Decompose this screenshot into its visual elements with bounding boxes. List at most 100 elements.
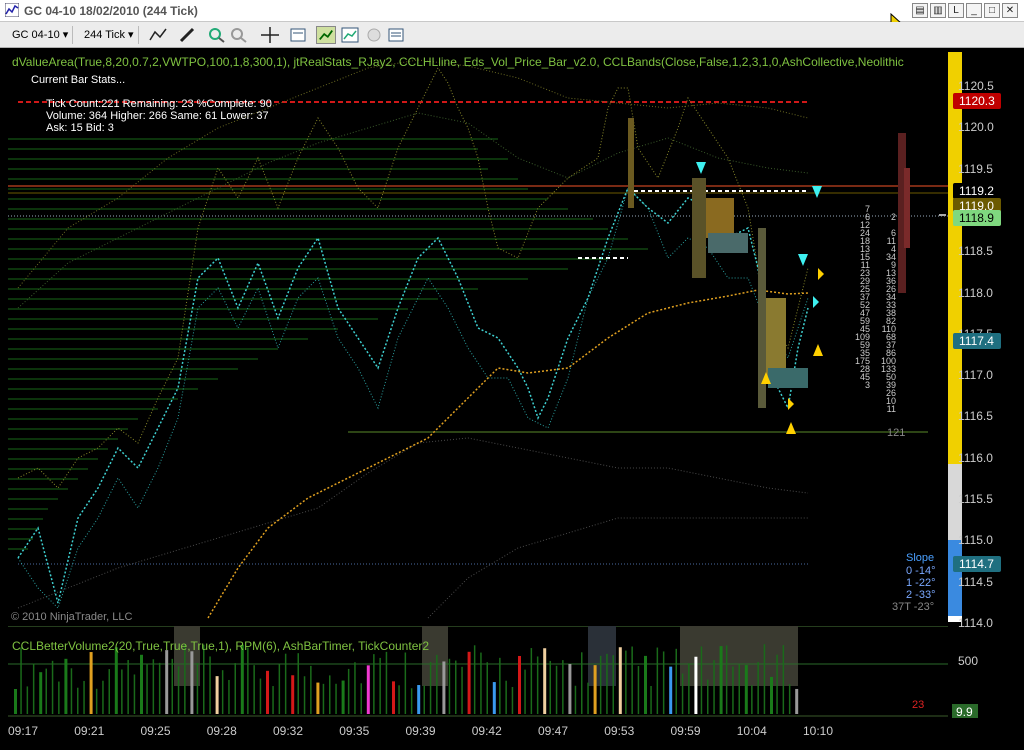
volume-bar [184, 644, 186, 714]
indicators-icon[interactable] [340, 26, 360, 44]
volume-axis-label: 500 [958, 654, 979, 668]
volume-bar [177, 666, 180, 714]
volume-bar [385, 651, 388, 714]
volume-bar [272, 686, 274, 714]
volume-bar [455, 660, 457, 714]
delta-ladder-left: 7 6 12 24 18 13 15 11 23 29 25 37 52 47 59 45 109 59 35 175… [852, 205, 870, 390]
price-tick-label: 1117.0 [958, 368, 993, 383]
volume-bar [354, 662, 356, 714]
volume-bar [751, 685, 753, 714]
volume-bar [196, 662, 199, 714]
zoom-in-icon[interactable] [207, 26, 227, 44]
time-tick-label: 09:25 [140, 724, 171, 738]
time-tick-label: 09:47 [538, 724, 569, 738]
volume-bar [140, 654, 143, 714]
volume-bar [486, 662, 488, 714]
window-layout-button[interactable]: ▤ [912, 3, 928, 18]
window-link-button[interactable]: L [948, 3, 964, 18]
volume-bar [392, 681, 395, 714]
time-tick-label: 09:59 [670, 724, 701, 738]
time-tick-label: 09:32 [273, 724, 304, 738]
time-tick-label: 09:21 [74, 724, 105, 738]
volume-bar [45, 668, 47, 714]
period-label: 244 Tick [84, 29, 125, 41]
properties-icon[interactable] [288, 26, 308, 44]
window-maximize-button[interactable]: □ [984, 3, 1000, 18]
volume-bar [562, 660, 564, 714]
volume-bar [505, 680, 507, 714]
volume-bar [291, 675, 295, 714]
volume-bar [335, 683, 337, 714]
volume-bar [429, 662, 432, 714]
volume-bar [373, 654, 375, 714]
price-tick-label: 1120.5 [958, 79, 994, 93]
zoom-out-icon[interactable] [229, 26, 249, 44]
volume-bar [732, 666, 734, 714]
volume-bar [707, 679, 709, 714]
volume-bar [165, 650, 169, 714]
time-tick-label: 09:35 [339, 724, 370, 738]
delta-ladder-right: 2 6 11 4 34 9 13 36 26 34 33 38 82 110 68 37 86 100 133 50… [880, 213, 896, 414]
instrument-selector[interactable]: GC 04-10 ▾ [8, 26, 74, 44]
time-axis[interactable]: 09:17 09:21 09:25 09:28 09:32 09:35 09:39 09:42… [0, 718, 1024, 750]
price-tick-label: 1119.5 [958, 161, 993, 176]
volume-bar [568, 663, 572, 714]
delta-ladder-value: 11 [886, 404, 896, 414]
volume-bar [675, 648, 677, 714]
volume-bar [524, 669, 526, 714]
instrument-label: GC 04-10 [12, 29, 60, 41]
volume-bar [448, 658, 451, 714]
window-titlebar: GC 04-10 18/02/2010 (244 Tick) ▤ ▥ L _ □… [0, 0, 1024, 33]
volume-bar [284, 653, 287, 714]
volume-bar [404, 652, 407, 714]
volume-bar [644, 655, 647, 714]
period-selector[interactable]: 244 Tick ▾ [80, 26, 139, 44]
volume-bar [511, 687, 514, 714]
volume-bar [681, 673, 684, 714]
price-tick-label: 1120.0 [958, 120, 994, 135]
volume-indicator-label: CCLBetterVolume2(20,True,True,True,1), R… [12, 639, 430, 653]
volume-bar [694, 656, 698, 714]
chart-app-icon [5, 3, 19, 17]
volume-bar [442, 661, 446, 714]
window-close-button[interactable]: ✕ [1002, 3, 1018, 18]
window-tile-button[interactable]: ▥ [930, 3, 946, 18]
volume-bar [637, 666, 640, 714]
volume-bar [744, 665, 748, 714]
price-tag: 1120.3 [953, 93, 1001, 109]
window-title: GC 04-10 18/02/2010 (244 Tick) [24, 4, 198, 18]
price-chart-panel[interactable] [8, 48, 948, 626]
volume-axis: 500 9.9 [948, 626, 1024, 720]
volume-bar [102, 680, 104, 714]
volume-bar [329, 675, 331, 714]
volume-bar [713, 660, 715, 714]
crosshair-icon[interactable] [260, 26, 280, 44]
pen-tool-icon[interactable] [178, 26, 198, 44]
data-box-icon[interactable] [386, 26, 406, 44]
volume-bar [20, 647, 22, 714]
volume-bar [221, 670, 224, 714]
bar-type-icon[interactable] [316, 26, 336, 44]
chart-toolbar: GC 04-10 ▾ 244 Tick ▾ [0, 22, 1024, 48]
volume-bar [492, 682, 496, 714]
volume-bar [480, 652, 482, 714]
tick-counter: 23 [912, 699, 925, 711]
window-minimize-button[interactable]: _ [966, 3, 982, 18]
volume-bar [618, 647, 622, 714]
line-draw-icon[interactable] [148, 26, 168, 44]
time-tick-label: 10:10 [803, 724, 834, 738]
slope-row: 2 -33° [906, 589, 936, 601]
volume-bar [83, 680, 85, 714]
volume-bar [549, 660, 551, 714]
volume-bar [555, 665, 558, 714]
volume-bar [518, 655, 521, 714]
volume-bar [259, 678, 262, 714]
volume-bar [574, 685, 577, 714]
strategy-icon[interactable] [364, 26, 384, 44]
volume-bar [417, 685, 421, 714]
price-tick-label: 1115.5 [958, 492, 993, 506]
volume-bar [662, 651, 665, 714]
volume-bar [543, 648, 547, 714]
volume-bar [581, 652, 583, 714]
current-bar-stats-title: Current Bar Stats... [31, 74, 126, 86]
